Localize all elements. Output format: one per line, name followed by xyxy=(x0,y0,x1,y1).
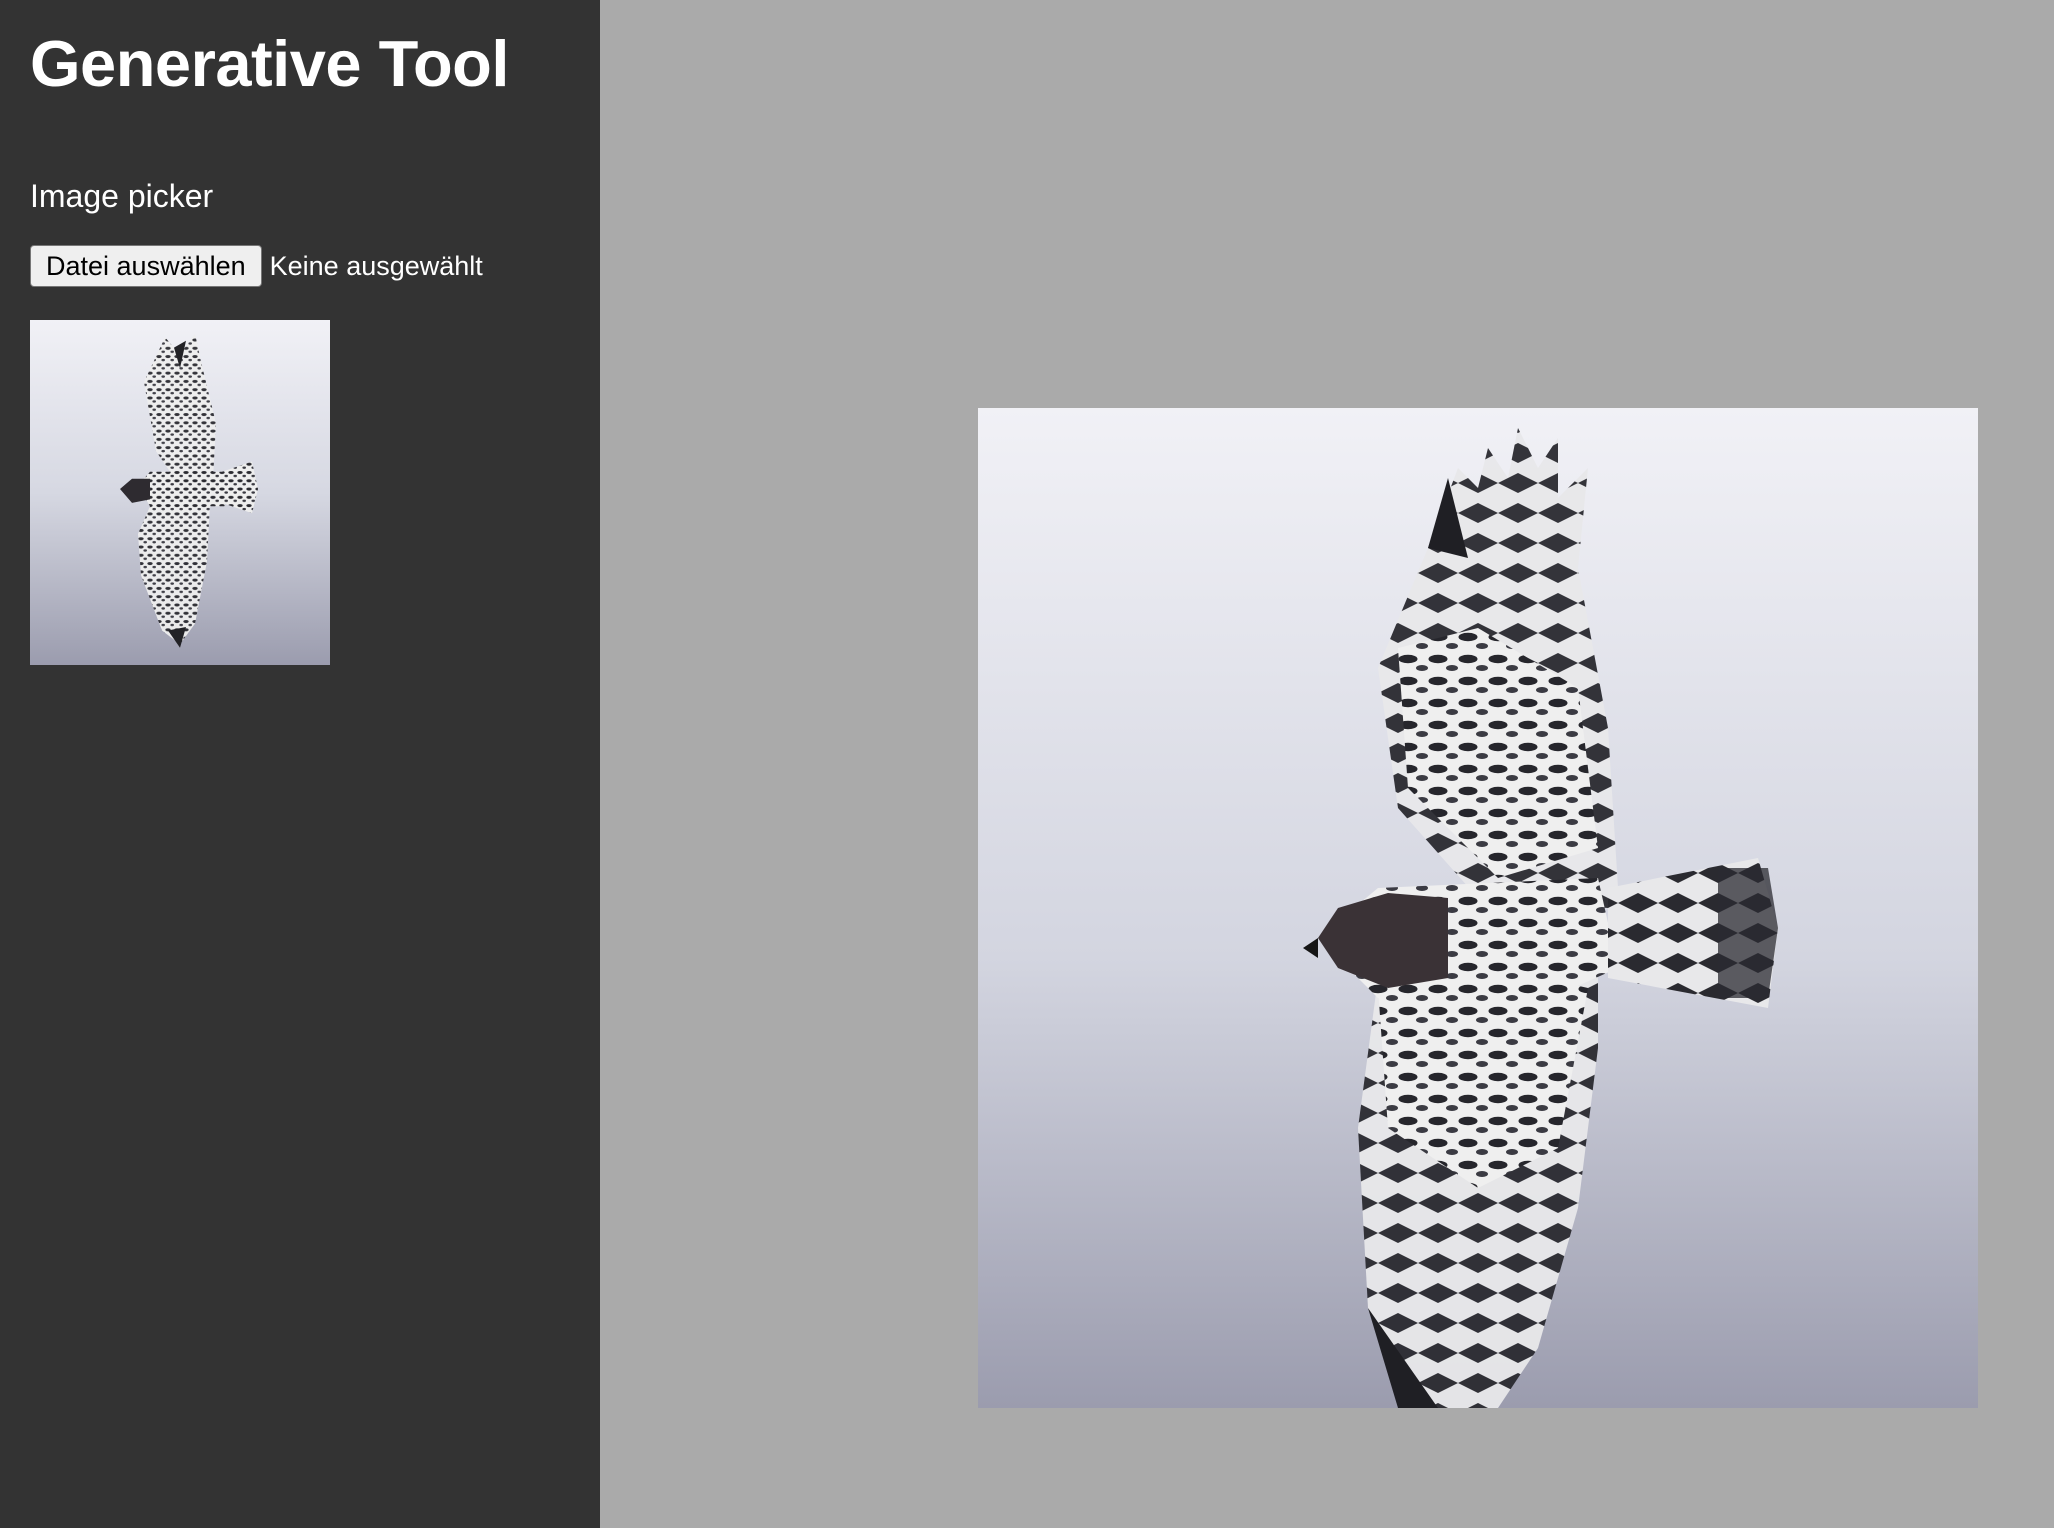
sidebar: Generative Tool Image picker Datei auswä… xyxy=(0,0,600,1528)
hawk-thumbnail-image xyxy=(30,320,330,665)
image-picker-label: Image picker xyxy=(30,178,214,214)
hawk-preview-image xyxy=(978,408,1978,1408)
image-preview xyxy=(978,408,1978,1408)
image-thumbnail[interactable] xyxy=(30,320,330,665)
file-status-text: Keine ausgewählt xyxy=(269,251,483,281)
file-input[interactable]: Datei auswählen Keine ausgewählt xyxy=(30,245,483,287)
choose-file-button[interactable]: Datei auswählen xyxy=(30,245,262,287)
app-title: Generative Tool xyxy=(30,27,509,100)
